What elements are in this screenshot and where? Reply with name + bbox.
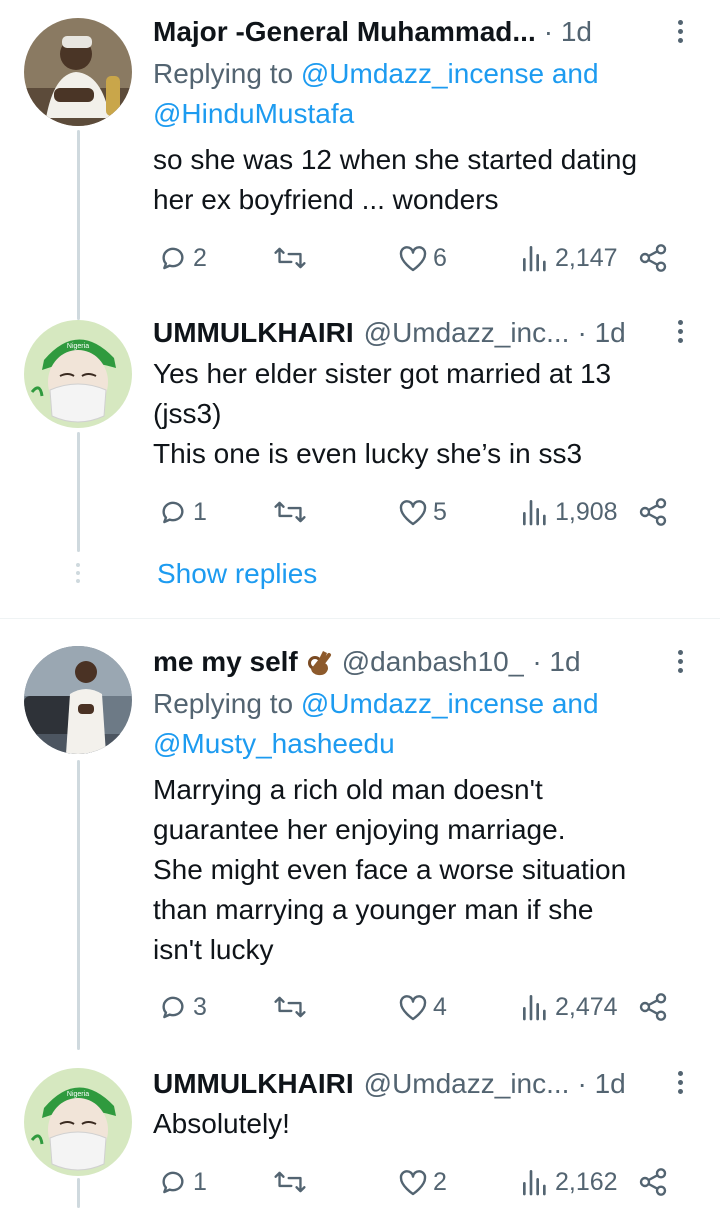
- views-icon: [523, 1170, 546, 1196]
- reply-icon: [162, 1171, 184, 1194]
- views-icon: [523, 500, 546, 526]
- display-name[interactable]: Major -General Muhammad...: [153, 12, 536, 52]
- reply-button[interactable]: 1: [157, 1162, 207, 1202]
- timestamp[interactable]: · 1d: [577, 1064, 625, 1104]
- share-button[interactable]: [637, 987, 669, 1027]
- display-name[interactable]: me my self: [153, 642, 298, 682]
- more-options-icon[interactable]: [678, 20, 686, 47]
- reply-button[interactable]: 2: [157, 238, 207, 278]
- share-button[interactable]: [637, 492, 669, 532]
- tweet-actions: 2 6 2,147: [153, 238, 673, 278]
- mention-link[interactable]: @Umdazz_incense: [301, 58, 544, 89]
- retweet-button[interactable]: [273, 492, 307, 532]
- user-handle[interactable]: @Umdazz_inc...: [364, 1064, 570, 1104]
- reply-icon: [162, 247, 184, 270]
- tweet-header: UMMULKHAIRI @Umdazz_inc... · 1d: [153, 313, 660, 353]
- avatar[interactable]: [24, 646, 132, 754]
- display-name[interactable]: UMMULKHAIRI: [153, 1064, 354, 1104]
- share-icon: [639, 244, 667, 272]
- avatar[interactable]: Nigeria: [24, 320, 132, 428]
- share-icon: [639, 993, 667, 1021]
- tweet-text: so she was 12 when she started dating he…: [153, 144, 638, 215]
- share-button[interactable]: [637, 238, 669, 278]
- thread-line: [77, 760, 80, 1050]
- like-button[interactable]: 5: [397, 492, 447, 532]
- tweet-actions: 3 4 2,474: [153, 987, 673, 1027]
- mention-link[interactable]: @HinduMustafa: [153, 98, 354, 129]
- mention-link[interactable]: @Musty_hasheedu: [153, 728, 395, 759]
- views-button[interactable]: 2,162: [519, 1162, 618, 1202]
- reply-icon: [162, 996, 184, 1019]
- thread-line: [77, 1178, 80, 1208]
- views-icon: [523, 995, 546, 1021]
- tweet-text: Yes her elder sister got married at 13 (…: [153, 358, 612, 469]
- timestamp[interactable]: · 1d: [544, 12, 592, 52]
- divider: [0, 618, 720, 619]
- share-icon: [639, 498, 667, 526]
- more-options-icon[interactable]: [678, 650, 686, 677]
- reply-button[interactable]: 3: [157, 987, 207, 1027]
- tweet-header: me my self @danbash10_ · 1d: [153, 642, 660, 682]
- retweet-icon: [274, 501, 306, 523]
- show-replies-link[interactable]: Show replies: [157, 554, 317, 594]
- tweet-text: Marrying a rich old man doesn't guarante…: [153, 774, 627, 965]
- thread-line: [77, 432, 80, 552]
- retweet-icon: [274, 996, 306, 1018]
- replying-to: Replying to @Umdazz_incense and @Musty_h…: [153, 688, 599, 759]
- avatar[interactable]: [24, 18, 132, 126]
- tweet-actions: 1 5 1,908: [153, 492, 673, 532]
- more-options-icon[interactable]: [678, 320, 686, 347]
- tweet-header: Major -General Muhammad... · 1d: [153, 12, 660, 52]
- timestamp[interactable]: · 1d: [532, 642, 580, 682]
- heart-icon: [399, 995, 427, 1021]
- tweet-header: UMMULKHAIRI @Umdazz_inc... · 1d: [153, 1064, 660, 1104]
- like-button[interactable]: 6: [397, 238, 447, 278]
- avatar[interactable]: Nigeria: [24, 1068, 132, 1176]
- retweet-button[interactable]: [273, 1162, 307, 1202]
- ok-hand-emoji-icon: [306, 648, 332, 676]
- tweet-text: Absolutely!: [153, 1108, 290, 1139]
- user-handle[interactable]: @danbash10_: [342, 642, 525, 682]
- reply-button[interactable]: 1: [157, 492, 207, 532]
- share-button[interactable]: [637, 1162, 669, 1202]
- display-name[interactable]: UMMULKHAIRI: [153, 313, 354, 353]
- tweet-actions: 1 2 2,162: [153, 1162, 673, 1202]
- svg-text:Nigeria: Nigeria: [67, 343, 89, 350]
- user-handle[interactable]: @Umdazz_inc...: [364, 313, 570, 353]
- retweet-button[interactable]: [273, 987, 307, 1027]
- timestamp[interactable]: · 1d: [577, 313, 625, 353]
- replying-to: Replying to @Umdazz_incense and @HinduMu…: [153, 58, 599, 129]
- reply-icon: [162, 501, 184, 524]
- more-options-icon[interactable]: [678, 1071, 686, 1098]
- heart-icon: [399, 1170, 427, 1196]
- like-button[interactable]: 2: [397, 1162, 447, 1202]
- views-button[interactable]: 2,147: [519, 238, 618, 278]
- retweet-icon: [274, 247, 306, 269]
- thread-ellipsis: [76, 563, 81, 587]
- mention-link[interactable]: @Umdazz_incense: [301, 688, 544, 719]
- heart-icon: [399, 246, 427, 272]
- retweet-button[interactable]: [273, 238, 307, 278]
- retweet-icon: [274, 1171, 306, 1193]
- svg-text:Nigeria: Nigeria: [67, 1091, 89, 1098]
- thread-line: [77, 130, 80, 320]
- heart-icon: [399, 500, 427, 526]
- views-button[interactable]: 1,908: [519, 492, 618, 532]
- share-icon: [639, 1168, 667, 1196]
- like-button[interactable]: 4: [397, 987, 447, 1027]
- views-button[interactable]: 2,474: [519, 987, 618, 1027]
- views-icon: [523, 246, 546, 272]
